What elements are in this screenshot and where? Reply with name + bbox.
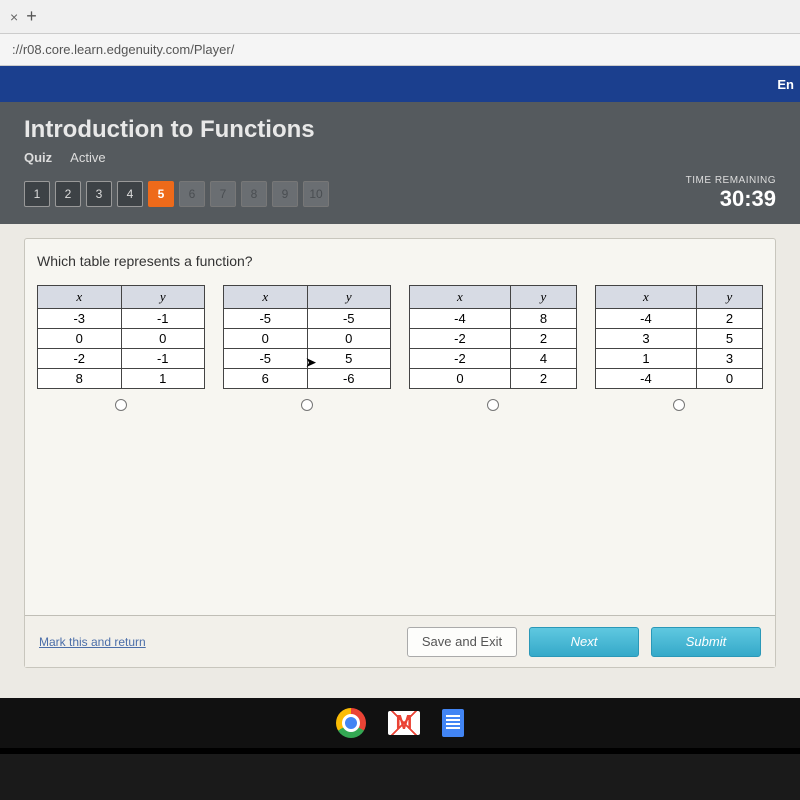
nav-q8: 8 — [241, 181, 267, 207]
laptop-bezel — [0, 748, 800, 800]
lesson-status: Active — [70, 150, 105, 165]
option-c: xy -48 -22 -24 02 — [409, 285, 577, 416]
submit-button[interactable]: Submit — [651, 627, 761, 657]
table-a: xy -3-1 00 -2-1 81 — [37, 285, 205, 389]
save-exit-button[interactable]: Save and Exit — [407, 627, 517, 657]
radio-d[interactable] — [673, 399, 685, 411]
nav-q10: 10 — [303, 181, 329, 207]
nav-q4[interactable]: 4 — [117, 181, 143, 207]
gmail-icon[interactable]: M — [388, 711, 420, 735]
lesson-title: Introduction to Functions — [24, 116, 776, 144]
radio-a[interactable] — [115, 399, 127, 411]
question-panel: Which table represents a function? xy -3… — [24, 238, 776, 668]
new-tab-button[interactable]: + — [26, 6, 37, 27]
lesson-type: Quiz — [24, 150, 52, 165]
timer-value: 30:39 — [686, 186, 776, 212]
os-taskbar: M — [0, 698, 800, 748]
question-prompt: Which table represents a function? — [37, 253, 763, 269]
nav-q1[interactable]: 1 — [24, 181, 50, 207]
radio-b[interactable] — [301, 399, 313, 411]
tab-close-icon[interactable]: × — [10, 9, 18, 25]
question-nav: 1 2 3 4 5 6 7 8 9 10 — [24, 181, 329, 207]
url-text: ://r08.core.learn.edgenuity.com/Player/ — [12, 42, 234, 57]
answer-options: xy -3-1 00 -2-1 81 xy -5-5 00 -55 6-6 — [37, 285, 763, 416]
footer-bar: Mark this and return Save and Exit Next … — [25, 615, 775, 667]
col-y: y — [121, 286, 205, 309]
nav-q5[interactable]: 5 — [148, 181, 174, 207]
nav-q9: 9 — [272, 181, 298, 207]
address-bar[interactable]: ://r08.core.learn.edgenuity.com/Player/ — [0, 34, 800, 66]
nav-q7: 7 — [210, 181, 236, 207]
content-area: Which table represents a function? xy -3… — [0, 224, 800, 698]
chrome-icon[interactable] — [336, 708, 366, 738]
table-b: xy -5-5 00 -55 6-6 — [223, 285, 391, 389]
question-nav-row: 1 2 3 4 5 6 7 8 9 10 TIME REMAINING 30:3… — [0, 175, 800, 224]
browser-tab-strip: × + — [0, 0, 800, 34]
language-label[interactable]: En — [777, 77, 794, 92]
option-b: xy -5-5 00 -55 6-6 — [223, 285, 391, 416]
col-x: x — [38, 286, 122, 309]
mark-return-link[interactable]: Mark this and return — [39, 635, 146, 649]
option-a: xy -3-1 00 -2-1 81 — [37, 285, 205, 416]
docs-icon[interactable] — [442, 709, 464, 737]
nav-q2[interactable]: 2 — [55, 181, 81, 207]
lesson-header: Introduction to Functions Quiz Active — [0, 102, 800, 175]
nav-q6: 6 — [179, 181, 205, 207]
app-top-bar: En — [0, 66, 800, 102]
table-c: xy -48 -22 -24 02 — [409, 285, 577, 389]
table-d: xy -42 35 13 -40 — [595, 285, 763, 389]
timer: TIME REMAINING 30:39 — [686, 175, 776, 212]
radio-c[interactable] — [487, 399, 499, 411]
timer-label: TIME REMAINING — [686, 175, 776, 186]
next-button[interactable]: Next — [529, 627, 639, 657]
option-d: xy -42 35 13 -40 — [595, 285, 763, 416]
nav-q3[interactable]: 3 — [86, 181, 112, 207]
